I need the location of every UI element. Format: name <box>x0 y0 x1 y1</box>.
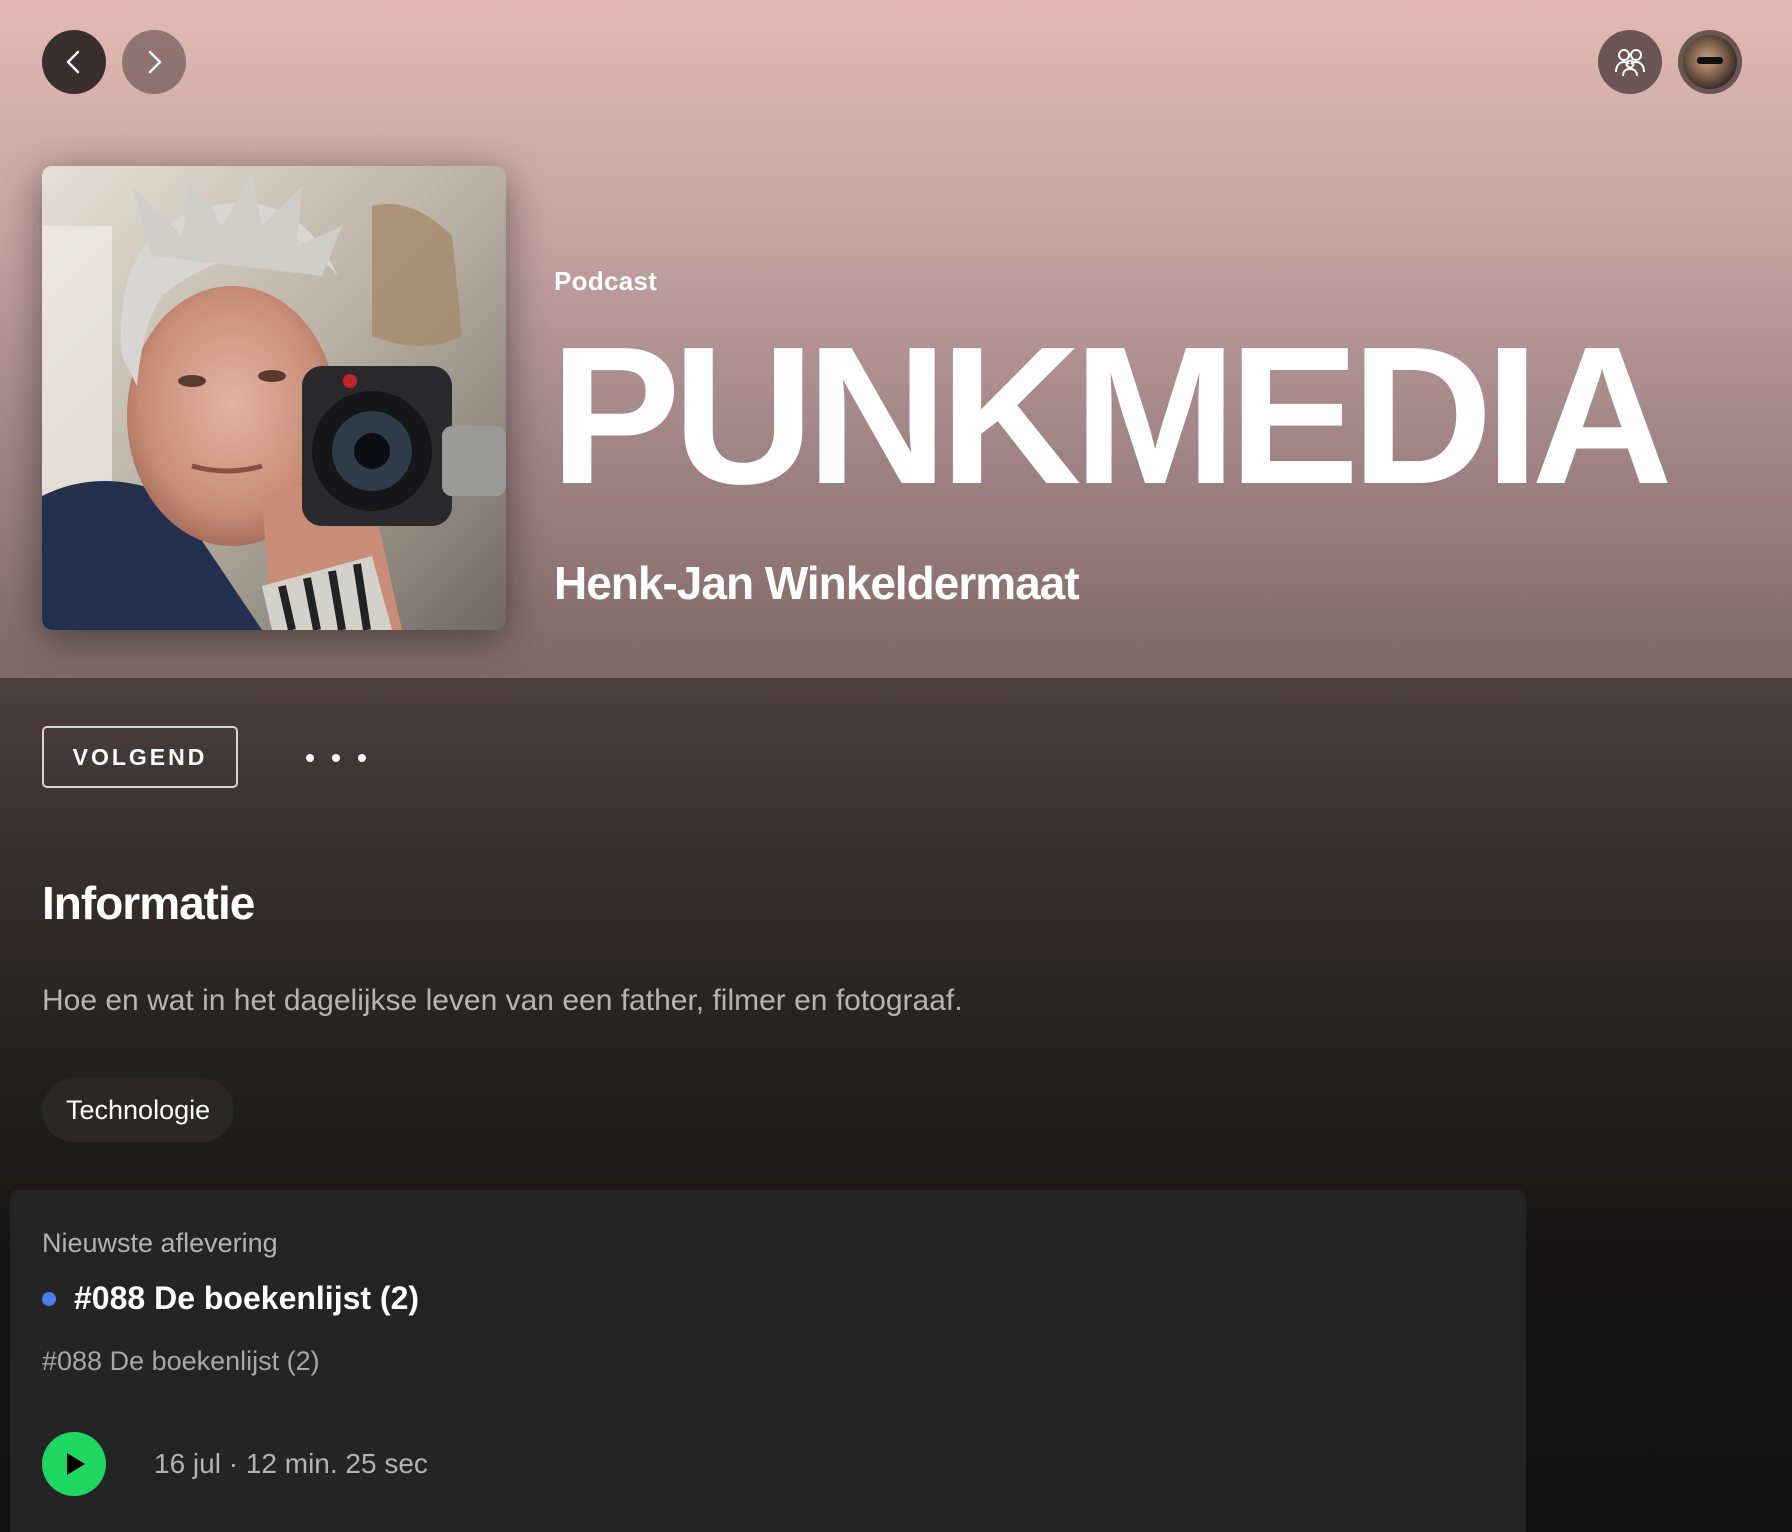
chevron-left-icon <box>66 50 80 74</box>
podcast-cover-image <box>42 166 506 630</box>
play-button[interactable] <box>42 1432 106 1496</box>
episode-title[interactable]: #088 De boekenlijst (2) <box>74 1280 419 1317</box>
section-heading-info: Informatie <box>42 877 255 929</box>
podcast-page: Podcast PUNKMEDIA Henk-Jan Winkeldermaat… <box>0 0 1792 1532</box>
more-options-button[interactable] <box>306 742 366 774</box>
play-icon <box>67 1453 85 1475</box>
profile-button[interactable] <box>1678 30 1742 94</box>
episode-description: #088 De boekenlijst (2) <box>42 1346 320 1376</box>
friends-activity-icon <box>1615 49 1645 77</box>
follow-button[interactable]: VOLGEND <box>42 726 238 788</box>
forward-button[interactable] <box>122 30 186 94</box>
latest-episode-card[interactable]: Nieuwste aflevering #088 De boekenlijst … <box>10 1190 1526 1532</box>
podcast-description: Hoe en wat in het dagelijkse leven van e… <box>42 984 963 1017</box>
latest-episode-caption: Nieuwste aflevering <box>42 1228 278 1258</box>
new-episode-indicator <box>42 1292 56 1306</box>
more-options-icon <box>358 754 366 762</box>
back-button[interactable] <box>42 30 106 94</box>
more-options-icon <box>306 754 314 762</box>
more-options-icon <box>332 754 340 762</box>
podcast-title: PUNKMEDIA <box>550 306 1673 525</box>
content-type-label: Podcast <box>554 266 658 296</box>
episode-meta: 16 jul · 12 min. 25 sec <box>154 1448 428 1479</box>
podcast-author[interactable]: Henk-Jan Winkeldermaat <box>554 556 1080 610</box>
category-chip[interactable]: Technologie <box>42 1078 235 1142</box>
chevron-right-icon <box>148 50 162 74</box>
friends-activity-button[interactable] <box>1598 30 1662 94</box>
user-avatar <box>1683 35 1737 89</box>
